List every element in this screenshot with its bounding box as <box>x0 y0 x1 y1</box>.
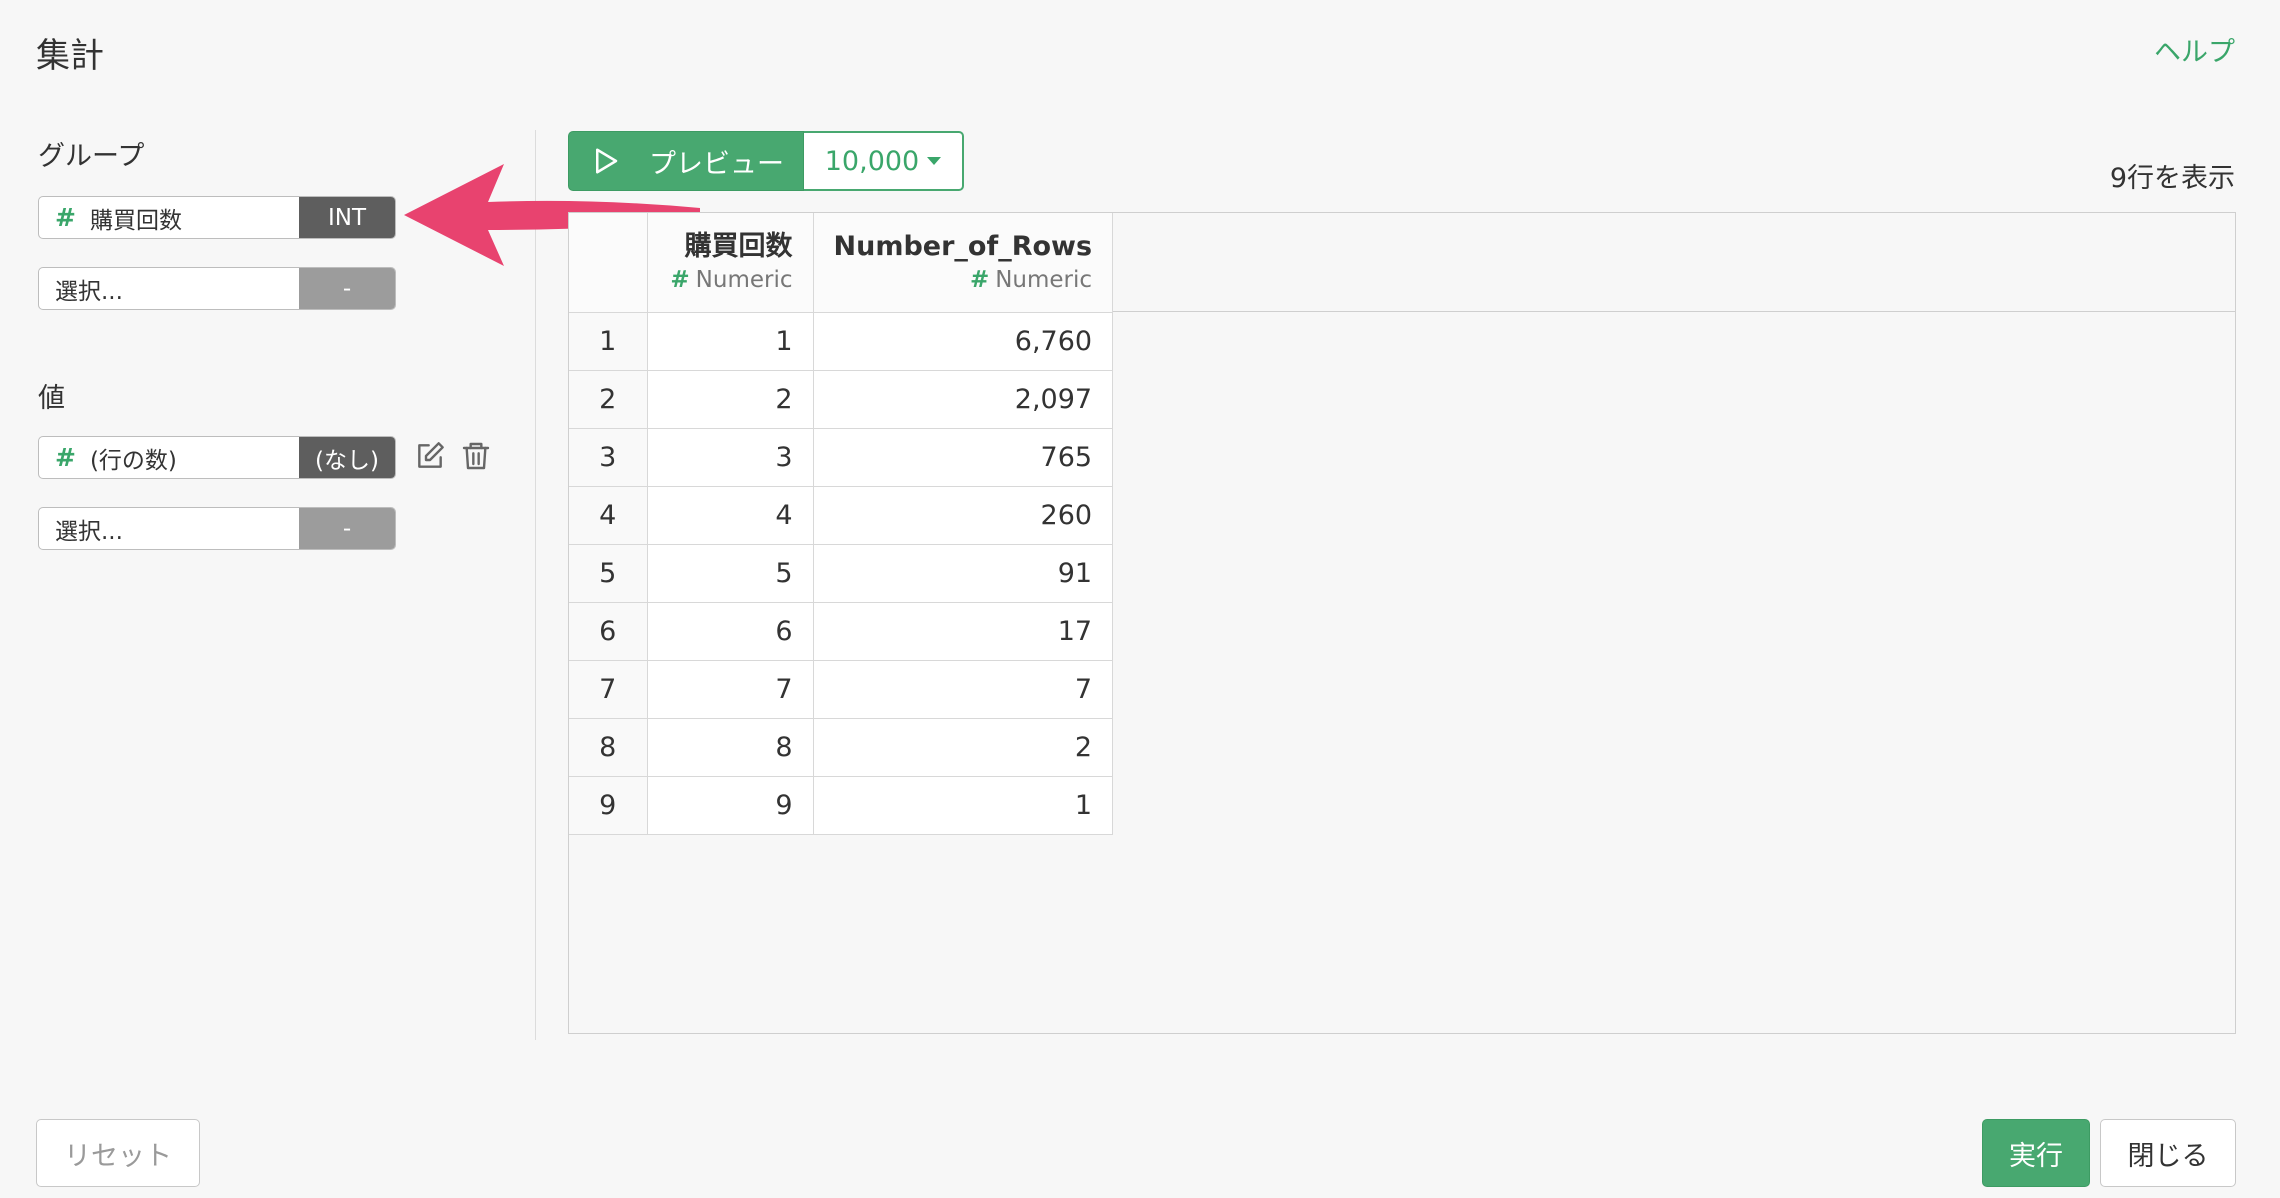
column-1-name: 購買回数 <box>684 231 793 263</box>
cell-number-of-rows: 765 <box>813 428 1114 487</box>
cell-number-of-rows: 2,097 <box>813 370 1114 429</box>
help-link[interactable]: ヘルプ <box>2154 30 2235 69</box>
group-field-1-name-area: # 購買回数 <box>39 197 299 238</box>
value-field-1-type[interactable]: (なし) <box>299 437 395 478</box>
group-field-select[interactable]: 選択... - <box>38 267 396 310</box>
table-row: 9 9 1 <box>569 776 1114 835</box>
hash-icon: # <box>55 443 76 472</box>
cell-number-of-rows: 6,760 <box>813 312 1114 371</box>
column-2-name: Number_of_Rows <box>833 231 1093 263</box>
cell-number-of-rows: 91 <box>813 544 1114 603</box>
row-index: 4 <box>569 486 648 545</box>
cell-purchase-count: 2 <box>647 370 814 429</box>
row-index: 7 <box>569 660 648 719</box>
cell-purchase-count: 5 <box>647 544 814 603</box>
row-limit-value: 10,000 <box>824 145 920 177</box>
cell-number-of-rows: 7 <box>813 660 1114 719</box>
preview-table: 購買回数 # Numeric Number_of_Rows # Numeric 1 … <box>569 213 1114 835</box>
value-field-1-name-area: # (行の数) <box>39 437 299 478</box>
value-section-label: 値 <box>38 383 65 414</box>
group-field-1[interactable]: # 購買回数 INT <box>38 196 396 239</box>
cell-number-of-rows: 1 <box>813 776 1114 835</box>
cell-purchase-count: 4 <box>647 486 814 545</box>
table-row: 1 1 6,760 <box>569 312 1114 371</box>
row-index: 9 <box>569 776 648 835</box>
column-2-type-area: # Numeric <box>834 265 1093 295</box>
preview-button-label: プレビュー <box>649 148 784 180</box>
run-button[interactable]: 実行 <box>1982 1119 2090 1187</box>
group-section-label: グループ <box>38 141 145 172</box>
row-index-header <box>569 213 648 313</box>
row-index: 8 <box>569 718 648 777</box>
cell-purchase-count: 7 <box>647 660 814 719</box>
caret-down-icon <box>927 157 942 165</box>
preview-button[interactable]: プレビュー <box>568 131 804 191</box>
play-icon <box>596 148 618 174</box>
value-field-1-name: (行の数) <box>89 447 177 474</box>
row-index: 1 <box>569 312 648 371</box>
value-field-select[interactable]: 選択... - <box>38 507 396 550</box>
table-row: 5 5 91 <box>569 544 1114 603</box>
cell-purchase-count: 3 <box>647 428 814 487</box>
value-field-1[interactable]: # (行の数) (なし) <box>38 436 396 479</box>
cell-number-of-rows: 2 <box>813 718 1114 777</box>
group-field-select-name: 選択... <box>55 278 123 305</box>
trash-icon[interactable] <box>460 440 492 472</box>
column-header-1[interactable]: 購買回数 # Numeric <box>647 213 814 313</box>
table-row: 2 2 2,097 <box>569 370 1114 429</box>
row-limit-dropdown[interactable]: 10,000 <box>804 131 964 191</box>
edit-icon[interactable] <box>414 440 446 472</box>
column-header-2[interactable]: Number_of_Rows # Numeric <box>813 213 1114 313</box>
hash-icon: # <box>969 267 990 294</box>
cell-purchase-count: 9 <box>647 776 814 835</box>
row-index: 6 <box>569 602 648 661</box>
table-row: 3 3 765 <box>569 428 1114 487</box>
table-row: 6 6 17 <box>569 602 1114 661</box>
row-index: 2 <box>569 370 648 429</box>
group-field-1-name: 購買回数 <box>89 207 182 234</box>
row-index: 5 <box>569 544 648 603</box>
hash-icon: # <box>55 203 76 232</box>
cell-purchase-count: 1 <box>647 312 814 371</box>
preview-grid[interactable]: 購買回数 # Numeric Number_of_Rows # Numeric 1 … <box>568 212 2236 1034</box>
column-1-type-area: # Numeric <box>668 265 793 295</box>
cell-number-of-rows: 17 <box>813 602 1114 661</box>
group-field-select-type[interactable]: - <box>299 268 395 309</box>
group-field-1-type[interactable]: INT <box>299 197 395 238</box>
cell-number-of-rows: 260 <box>813 486 1114 545</box>
preview-toolbar: プレビュー 10,000 <box>568 131 964 191</box>
column-2-type: Numeric <box>995 267 1093 294</box>
value-field-select-name: 選択... <box>55 518 123 545</box>
column-1-type: Numeric <box>695 267 793 294</box>
hash-icon: # <box>670 267 690 294</box>
row-count-text: 9行を表示 <box>2109 163 2235 194</box>
table-row: 7 7 7 <box>569 660 1114 719</box>
reset-button[interactable]: リセット <box>36 1119 200 1187</box>
page-title: 集計 <box>36 36 104 76</box>
aggregate-dialog: 集計 ヘルプ グループ # 購買回数 INT 選択... - 値 # (行の数)… <box>0 0 2280 1198</box>
table-row: 4 4 260 <box>569 486 1114 545</box>
cell-purchase-count: 8 <box>647 718 814 777</box>
table-row: 8 8 2 <box>569 718 1114 777</box>
close-button[interactable]: 閉じる <box>2100 1119 2236 1187</box>
cell-purchase-count: 6 <box>647 602 814 661</box>
row-index: 3 <box>569 428 648 487</box>
value-field-select-type[interactable]: - <box>299 508 395 549</box>
table-header-row: 購買回数 # Numeric Number_of_Rows # Numeric <box>569 213 1114 313</box>
